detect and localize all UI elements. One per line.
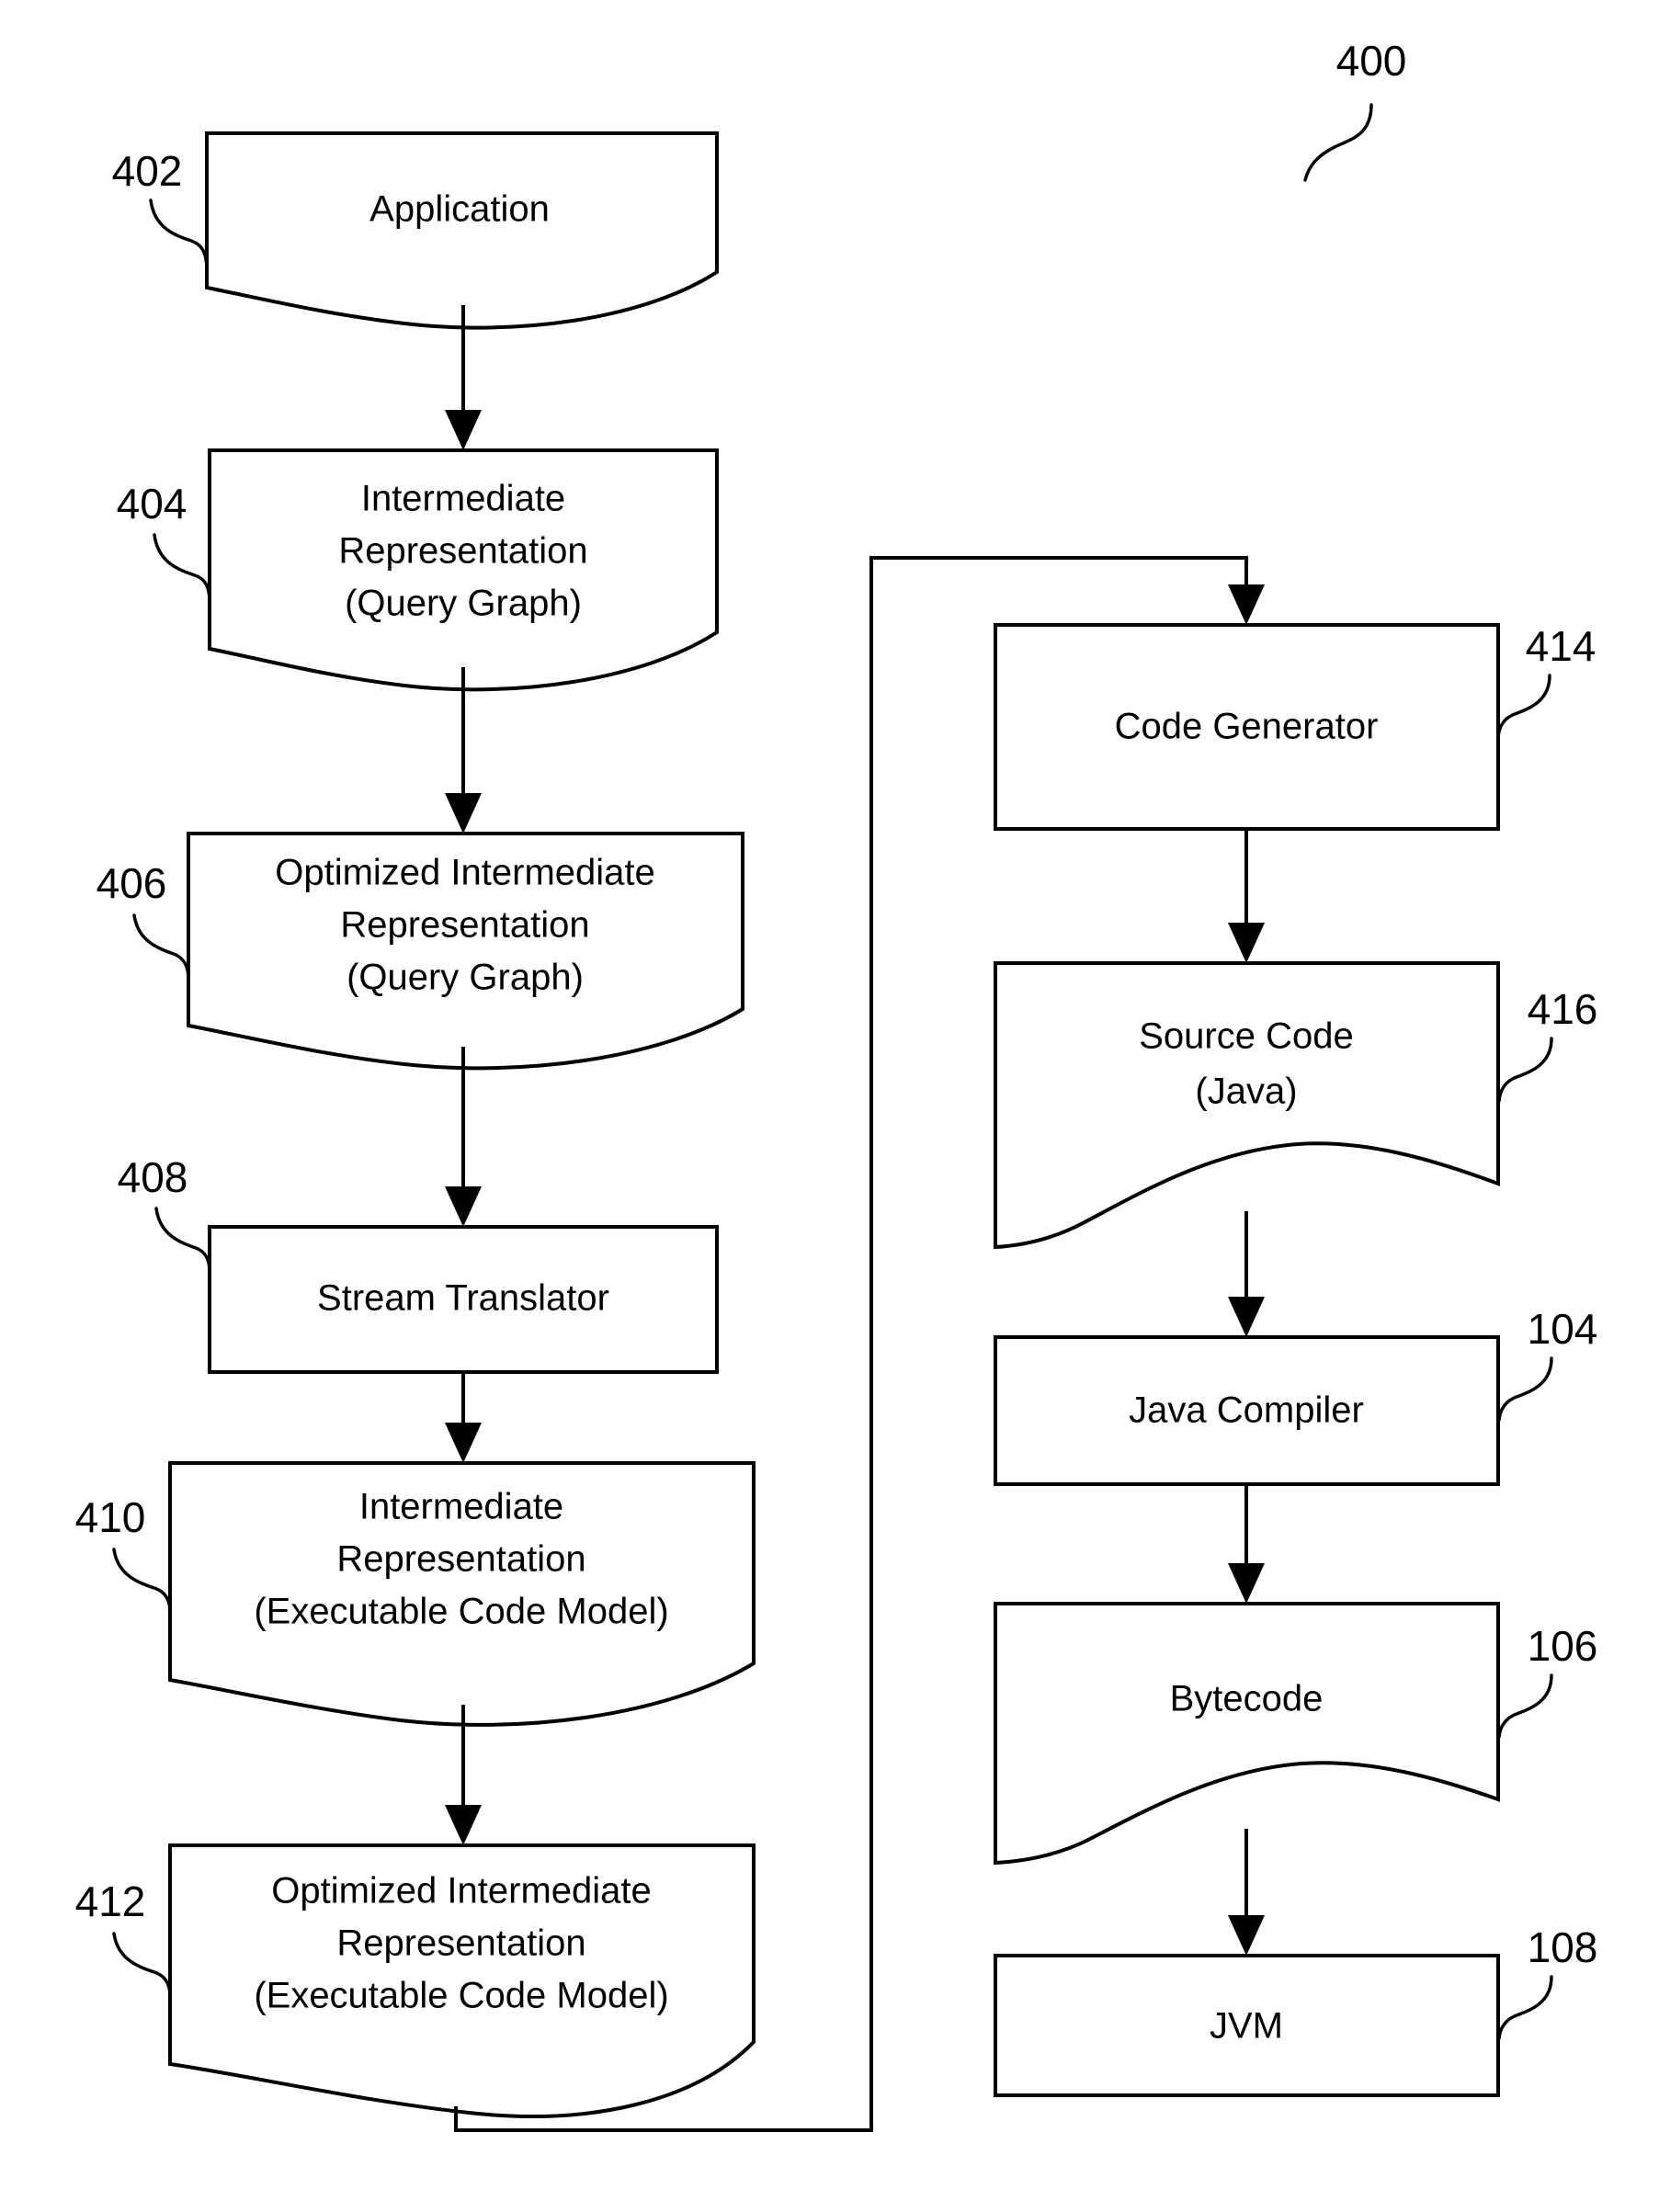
node-108-jvm[interactable]: JVM — [994, 1954, 1500, 2097]
ref-106: 106 — [1528, 1622, 1598, 1670]
ref-410-leader — [112, 1548, 172, 1614]
node-404-label-line-1: Intermediate — [361, 479, 565, 519]
edge-414-to-416 — [1228, 829, 1265, 963]
figure-number-leader — [1303, 103, 1373, 182]
ref-416-leader — [1497, 1037, 1553, 1103]
node-412-optimized-intermediate-representation-exec[interactable]: Optimized Intermediate Representation (E… — [168, 1843, 756, 2118]
node-408-label: Stream Translator — [317, 1278, 609, 1319]
flowchart-canvas: Application 402 Intermediate Representat… — [75, 37, 1598, 2132]
ref-406: 406 — [97, 859, 167, 907]
node-410-label-line-1: Intermediate — [359, 1487, 563, 1527]
node-406-label-line-1: Optimized Intermediate — [275, 853, 655, 893]
ref-402: 402 — [112, 147, 183, 195]
node-412-label-line-1: Optimized Intermediate — [271, 1871, 652, 1911]
node-106-label: Bytecode — [1170, 1679, 1324, 1719]
ref-404-leader — [153, 533, 211, 603]
node-402-application[interactable]: Application — [205, 131, 719, 330]
node-408-stream-translator[interactable]: Stream Translator — [208, 1225, 719, 1374]
ref-412-leader — [112, 1932, 172, 1998]
node-104-label: Java Compiler — [1129, 1390, 1364, 1431]
node-406-optimized-intermediate-representation[interactable]: Optimized Intermediate Representation (Q… — [187, 832, 744, 1071]
ref-414-leader — [1496, 674, 1551, 739]
node-104-java-compiler[interactable]: Java Compiler — [994, 1335, 1500, 1486]
node-406-label-line-2: Representation — [340, 905, 589, 946]
node-404-intermediate-representation[interactable]: Intermediate Representation (Query Graph… — [208, 448, 719, 692]
ref-104-leader — [1497, 1356, 1553, 1422]
ref-408: 408 — [118, 1153, 188, 1201]
edge-414-to-416-arrowhead — [1228, 923, 1265, 963]
edge-106-to-108 — [1228, 1829, 1265, 1956]
patent-figure-400: Application 402 Intermediate Representat… — [0, 0, 1659, 2212]
node-410-label-line-2: Representation — [336, 1539, 585, 1580]
ref-404-group: 404 — [117, 480, 211, 603]
edge-408-to-410-arrowhead — [445, 1423, 482, 1463]
ref-402-leader — [149, 199, 209, 268]
edge-406-to-408-arrowhead — [445, 1186, 482, 1227]
node-414-code-generator[interactable]: Code Generator — [994, 623, 1500, 831]
ref-406-group: 406 — [97, 859, 190, 981]
figure-number-group — [1303, 103, 1373, 182]
ref-416-group: 416 — [1497, 985, 1598, 1103]
ref-414: 414 — [1526, 622, 1597, 670]
ref-106-leader — [1497, 1673, 1553, 1739]
edge-404-to-406 — [445, 667, 482, 834]
edge-104-to-106-arrowhead — [1228, 1563, 1265, 1604]
node-106-shape — [994, 1602, 1500, 1866]
ref-414-group: 414 — [1496, 622, 1597, 739]
ref-106-group: 106 — [1497, 1622, 1598, 1739]
node-402-label: Application — [369, 189, 550, 230]
ref-108-leader — [1497, 1975, 1553, 2040]
node-410-intermediate-representation-exec[interactable]: Intermediate Representation (Executable … — [168, 1461, 756, 1727]
edge-416-to-104-arrowhead — [1228, 1297, 1265, 1337]
edge-412-to-414-arrowhead — [1228, 584, 1265, 625]
edge-406-to-408 — [445, 1047, 482, 1227]
ref-108-group: 108 — [1497, 1923, 1598, 2040]
node-108-label: JVM — [1210, 2006, 1283, 2047]
edge-416-to-104 — [1228, 1211, 1265, 1337]
node-404-label-line-3: (Query Graph) — [345, 584, 582, 624]
node-402-shape — [205, 131, 719, 330]
node-412-label-line-3: (Executable Code Model) — [254, 1976, 668, 2016]
ref-410-group: 410 — [75, 1493, 172, 1614]
edge-402-to-404-arrowhead — [445, 410, 482, 450]
ref-104-group: 104 — [1497, 1305, 1598, 1422]
ref-408-group: 408 — [118, 1153, 211, 1274]
ref-108: 108 — [1528, 1923, 1598, 1971]
node-410-label-line-3: (Executable Code Model) — [254, 1592, 668, 1632]
ref-402-group: 402 — [112, 147, 209, 268]
node-414-label: Code Generator — [1115, 707, 1379, 747]
ref-412-group: 412 — [75, 1877, 172, 1998]
edge-104-to-106 — [1228, 1484, 1265, 1604]
node-106-bytecode[interactable]: Bytecode — [994, 1602, 1500, 1866]
node-406-label-line-3: (Query Graph) — [347, 958, 584, 998]
ref-406-leader — [132, 913, 190, 981]
ref-104: 104 — [1528, 1305, 1598, 1353]
node-404-label-line-2: Representation — [338, 531, 587, 572]
edge-106-to-108-arrowhead — [1228, 1915, 1265, 1956]
ref-412: 412 — [75, 1877, 146, 1925]
ref-408-leader — [154, 1207, 211, 1274]
node-412-label-line-2: Representation — [336, 1923, 585, 1964]
ref-404: 404 — [117, 480, 187, 527]
ref-410: 410 — [75, 1493, 146, 1541]
edge-408-to-410 — [445, 1372, 482, 1463]
edge-404-to-406-arrowhead — [445, 793, 482, 834]
node-416-label-line-2: (Java) — [1195, 1072, 1297, 1112]
edge-410-to-412-arrowhead — [445, 1805, 482, 1845]
ref-416: 416 — [1528, 985, 1598, 1033]
figure-number-400: 400 — [1336, 37, 1407, 85]
node-416-label-line-1: Source Code — [1139, 1016, 1353, 1057]
node-416-source-code[interactable]: Source Code (Java) — [994, 961, 1500, 1250]
